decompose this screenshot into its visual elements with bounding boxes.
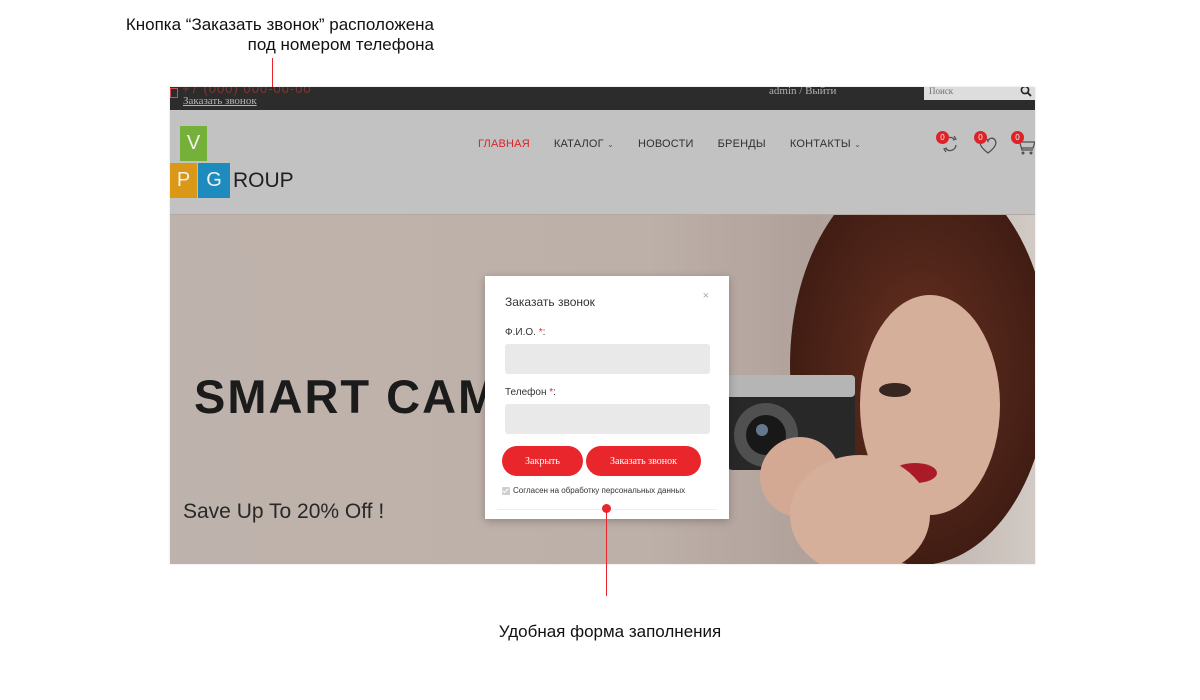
phone-input[interactable] (505, 404, 710, 434)
modal-title: Заказать звонок (505, 295, 595, 309)
callout-bottom-line (606, 510, 607, 596)
consent-row: Согласен на обработку персональных данны… (502, 486, 685, 495)
label-colon: : (542, 327, 546, 338)
callout-bottom: Удобная форма заполнения (498, 622, 722, 641)
phone-label: Телефон *: (505, 387, 556, 398)
callout-top-line1: Кнопка “Заказать звонок” расположена (125, 15, 434, 34)
consent-checkbox[interactable] (502, 486, 510, 495)
label-colon: : (553, 387, 556, 398)
consent-label: Согласен на обработку персональных данны… (513, 486, 686, 495)
name-label: Ф.И.О. *: (505, 327, 545, 338)
website-screen: +7 (000) 000-00-00 Заказать звонок admin… (170, 87, 1035, 564)
close-button[interactable]: Закрыть (502, 446, 583, 476)
submit-callback-button[interactable]: Заказать звонок (586, 446, 701, 476)
phone-label-text: Телефон (505, 387, 550, 398)
name-label-text: Ф.И.О. (505, 327, 539, 338)
callout-top: Кнопка “Заказать звонок” расположена под… (14, 15, 434, 55)
callout-top-line2: под номером телефона (247, 35, 434, 54)
callback-modal: Заказать звонок × Ф.И.О. *: Телефон *: З… (485, 276, 729, 519)
name-input[interactable] (505, 344, 710, 374)
close-icon[interactable]: × (703, 290, 709, 302)
